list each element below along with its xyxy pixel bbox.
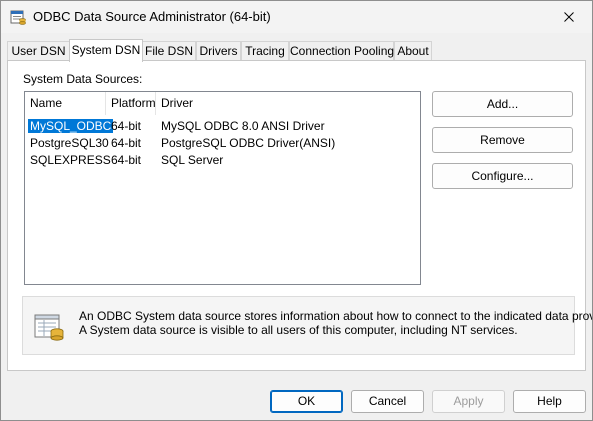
configure-button[interactable]: Configure... [432, 163, 573, 189]
odbc-admin-window: ODBC Data Source Administrator (64-bit) … [0, 0, 593, 421]
data-source-name: PostgreSQL30 [30, 136, 109, 150]
column-header-name[interactable]: Name [25, 92, 106, 115]
system-dsn-panel: System Data Sources: Name Platform Drive… [7, 60, 593, 371]
data-source-driver: SQL Server [161, 153, 224, 167]
odbc-admin-icon [10, 9, 26, 25]
data-source-platform: 64-bit [111, 136, 142, 150]
data-source-driver: MySQL ODBC 8.0 ANSI Driver [161, 119, 325, 133]
column-header-platform[interactable]: Platform [106, 92, 156, 115]
tab-user-dsn[interactable]: User DSN [7, 41, 70, 60]
data-source-platform: 64-bit [111, 119, 142, 133]
tab-tracing[interactable]: Tracing [241, 41, 289, 60]
data-source-platform: 64-bit [111, 153, 142, 167]
window-title: ODBC Data Source Administrator (64-bit) [33, 9, 271, 24]
remove-button[interactable]: Remove [432, 127, 573, 153]
add-button[interactable]: Add... [432, 91, 573, 117]
tab-connection-pooling[interactable]: Connection Pooling [289, 41, 394, 60]
help-button[interactable]: Help [513, 390, 586, 413]
info-line-1: An ODBC System data source stores inform… [79, 309, 593, 323]
column-header-driver[interactable]: Driver [156, 92, 356, 115]
close-button[interactable] [546, 1, 592, 33]
list-item[interactable]: PostgreSQL30 64-bit PostgreSQL ODBC Driv… [25, 135, 420, 151]
tab-about[interactable]: About [394, 41, 432, 60]
list-header: Name Platform Driver [25, 92, 420, 115]
info-line-2: A System data source is visible to all u… [79, 323, 518, 337]
list-item[interactable]: MySQL_ODBC 64-bit MySQL ODBC 8.0 ANSI Dr… [25, 118, 420, 134]
dialog-button-bar: OK Cancel Apply Help [1, 371, 592, 420]
apply-button[interactable]: Apply [432, 390, 505, 413]
info-box: An ODBC System data source stores inform… [22, 296, 593, 355]
tab-system-dsn[interactable]: System DSN [69, 39, 143, 62]
list-item[interactable]: SQLEXPRESS 64-bit SQL Server [25, 152, 420, 168]
data-source-driver: PostgreSQL ODBC Driver(ANSI) [161, 136, 336, 150]
data-source-name: MySQL_ODBC [28, 119, 114, 133]
ok-button[interactable]: OK [270, 390, 343, 413]
data-source-name: SQLEXPRESS [30, 153, 111, 167]
info-text: An ODBC System data source stores inform… [79, 309, 593, 337]
tab-drivers[interactable]: Drivers [196, 41, 241, 60]
data-sources-list[interactable]: Name Platform Driver MySQL_ODBC 64-bit M… [24, 91, 421, 285]
close-icon [564, 12, 574, 22]
data-sources-icon [32, 310, 66, 344]
tab-file-dsn[interactable]: File DSN [142, 41, 196, 60]
title-bar: ODBC Data Source Administrator (64-bit) [1, 1, 592, 33]
system-data-sources-label: System Data Sources: [23, 72, 143, 86]
cancel-button[interactable]: Cancel [351, 390, 424, 413]
